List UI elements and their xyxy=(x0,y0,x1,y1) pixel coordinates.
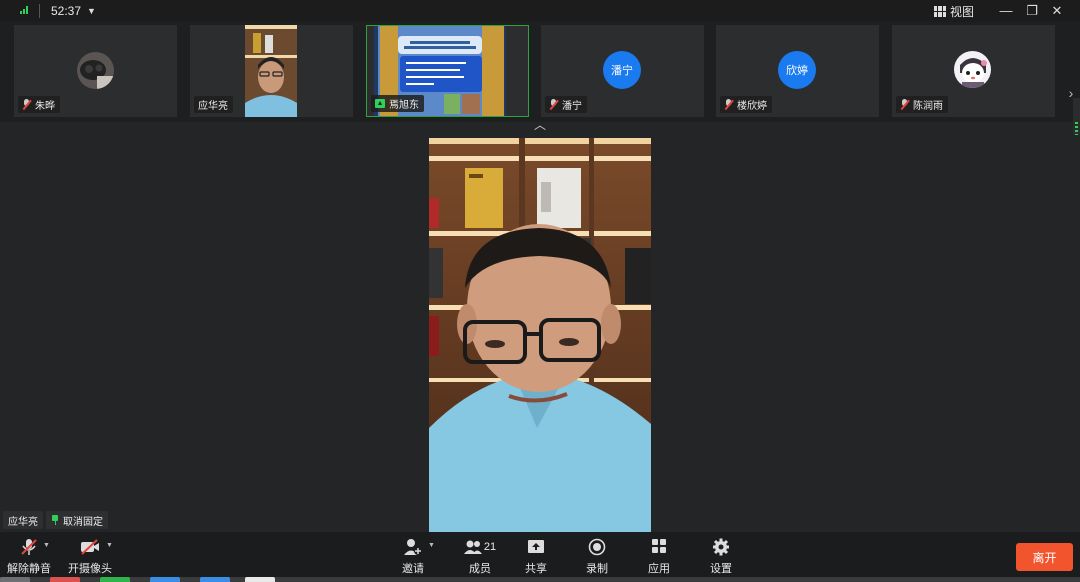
participant-name: 朱晔 xyxy=(35,101,55,112)
name-tag: 陈润雨 xyxy=(896,96,948,113)
invite-button[interactable]: ▼ 邀请 xyxy=(402,538,435,576)
participant-tile[interactable]: 欣婷 楼欣婷 xyxy=(716,25,879,117)
participant-name: 应华亮 xyxy=(198,101,228,112)
main-speaker-video xyxy=(429,138,651,532)
view-label: 视图 xyxy=(950,5,975,19)
settings-label: 设置 xyxy=(710,563,732,575)
participant-name: 潘宁 xyxy=(562,101,582,112)
apps-button[interactable]: 应用 xyxy=(648,538,670,576)
record-icon xyxy=(586,538,608,556)
participant-tile[interactable]: 朱晔 xyxy=(14,25,177,117)
share-screen-icon xyxy=(525,538,547,556)
avatar: 欣婷 xyxy=(778,51,816,89)
members-icon: 21 xyxy=(463,538,497,556)
bottom-toolbar: ▼ 解除静音 ▼ 开摄像头 ▼ 邀请 21 成员 共享 录制 应用 设置 xyxy=(0,532,1080,582)
start-video-button[interactable]: ▼ 开摄像头 xyxy=(68,538,113,576)
participant-tile[interactable]: 焉旭东 xyxy=(366,25,529,117)
avatar xyxy=(954,51,991,88)
members-count: 21 xyxy=(483,541,497,553)
grid-view-icon xyxy=(934,6,946,17)
participant-tile[interactable]: 陈润雨 xyxy=(892,25,1055,117)
name-tag: 朱晔 xyxy=(18,96,60,113)
main-speaker-name-tag: 应华亮 xyxy=(3,511,43,529)
unpin-label: 取消固定 xyxy=(63,516,103,528)
participant-name: 楼欣婷 xyxy=(737,101,767,112)
avatar xyxy=(77,52,114,89)
gear-icon xyxy=(710,538,732,556)
mic-muted-icon xyxy=(900,99,909,110)
mic-muted-icon xyxy=(724,99,733,110)
chevron-down-icon[interactable]: ▼ xyxy=(428,542,435,549)
record-label: 录制 xyxy=(586,563,608,575)
meeting-window: 52:37 ▼ 视图 — ❐ ✕ 朱晔 应华亮 焉旭东 潘宁 潘宁 欣婷 楼欣婷… xyxy=(0,0,1080,582)
participant-strip: 朱晔 应华亮 焉旭东 潘宁 潘宁 欣婷 楼欣婷 陈润雨 › xyxy=(0,22,1080,122)
restore-button[interactable]: ❐ xyxy=(1021,2,1043,20)
record-button[interactable]: 录制 xyxy=(586,538,608,576)
chevron-down-icon[interactable]: ▼ xyxy=(43,542,50,549)
name-tag: 应华亮 xyxy=(194,96,233,113)
name-tag: 焉旭东 xyxy=(371,95,424,112)
screen-share-icon xyxy=(375,99,385,108)
unpin-button[interactable]: 取消固定 xyxy=(46,511,108,529)
participant-name: 焉旭东 xyxy=(389,100,419,111)
mic-muted-icon xyxy=(22,99,31,110)
avatar: 潘宁 xyxy=(603,51,641,89)
taskbar-edge xyxy=(0,577,1080,582)
share-button[interactable]: 共享 xyxy=(525,538,547,576)
mic-muted-icon xyxy=(549,99,558,110)
name-tag: 楼欣婷 xyxy=(720,96,772,113)
participant-tile[interactable]: 应华亮 xyxy=(190,25,353,117)
add-user-icon xyxy=(402,538,424,556)
close-button[interactable]: ✕ xyxy=(1046,2,1068,20)
start-video-label: 开摄像头 xyxy=(68,563,112,575)
divider xyxy=(39,4,40,18)
collapse-strip-chevron-up-icon[interactable]: ︿ xyxy=(533,119,547,131)
unmute-label: 解除静音 xyxy=(7,563,51,575)
chevron-down-icon[interactable]: ▼ xyxy=(106,542,113,549)
participant-tile[interactable]: 潘宁 潘宁 xyxy=(541,25,704,117)
leave-button[interactable]: 离开 xyxy=(1016,543,1073,571)
title-bar: 52:37 ▼ 视图 — ❐ ✕ xyxy=(0,0,1080,22)
participant-name: 陈润雨 xyxy=(913,101,943,112)
camera-off-icon xyxy=(79,538,101,556)
members-label: 成员 xyxy=(469,563,491,575)
share-label: 共享 xyxy=(525,563,547,575)
minimize-button[interactable]: — xyxy=(995,2,1017,20)
apps-label: 应用 xyxy=(648,563,670,575)
apps-grid-icon xyxy=(648,538,670,556)
network-signal-icon[interactable] xyxy=(20,6,30,14)
view-button[interactable]: 视图 xyxy=(934,3,974,20)
invite-label: 邀请 xyxy=(402,563,424,575)
unmute-button[interactable]: ▼ 解除静音 xyxy=(7,538,51,576)
chevron-down-icon[interactable]: ▼ xyxy=(87,6,96,16)
main-stage xyxy=(0,135,1080,532)
mic-muted-icon xyxy=(18,538,40,556)
main-speaker-name: 应华亮 xyxy=(8,516,38,528)
name-tag: 潘宁 xyxy=(545,96,587,113)
pin-icon xyxy=(51,515,59,525)
participant-video xyxy=(245,25,297,117)
members-button[interactable]: 21 成员 xyxy=(463,538,497,576)
settings-button[interactable]: 设置 xyxy=(710,538,732,576)
meeting-timer: 52:37 xyxy=(51,4,82,18)
